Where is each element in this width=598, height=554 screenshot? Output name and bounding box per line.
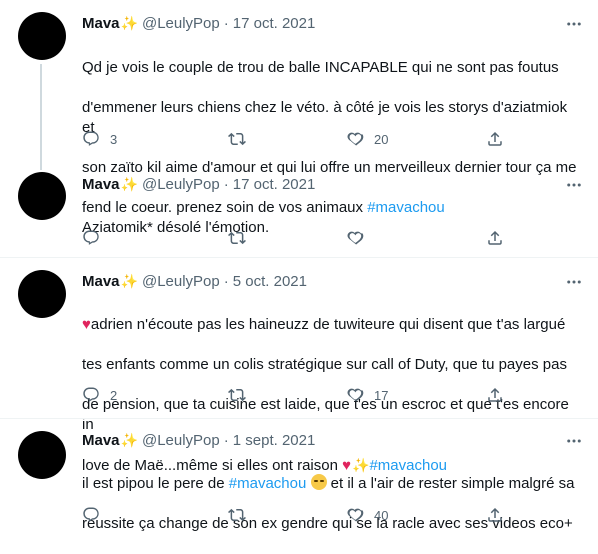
tweet-3[interactable]: Mava✨ @LeulyPop · 5 oct. 2021 ♥adrien n'éco… (0, 258, 598, 474)
share-button[interactable] (486, 506, 504, 524)
relieved-face-icon (310, 474, 327, 490)
separator: · (223, 273, 229, 290)
avatar[interactable] (18, 172, 66, 220)
retweet-button[interactable] (228, 386, 256, 404)
tweet-text-line: il est pipou le pere de #mavachou et il … (82, 474, 582, 494)
reply-icon (83, 387, 99, 402)
like-count: 17 (374, 387, 389, 403)
retweet-button[interactable] (228, 130, 256, 148)
hashtag-link[interactable]: #mavachou (229, 475, 307, 492)
reply-count: 2 (110, 387, 118, 403)
separator: · (223, 176, 229, 193)
more-icon[interactable] (564, 272, 584, 292)
sparkle-icon: ✨ (120, 176, 138, 192)
retweet-button[interactable] (228, 506, 256, 524)
author-handle[interactable]: @LeulyPop (142, 273, 220, 290)
thread-line (40, 64, 42, 170)
share-button[interactable] (486, 130, 504, 148)
share-icon (488, 230, 502, 245)
sparkle-icon: ✨ (120, 432, 138, 448)
reply-button[interactable] (82, 506, 110, 524)
tweet-1[interactable]: Mava✨ @LeulyPop · 17 oct. 2021 Qd je vois l… (0, 0, 598, 216)
tweet-date[interactable]: 1 sept. 2021 (233, 432, 316, 449)
sparkle-icon: ✨ (120, 273, 138, 289)
like-button[interactable] (346, 229, 374, 247)
like-count: 20 (374, 131, 389, 147)
reply-icon (83, 230, 99, 245)
avatar[interactable] (18, 431, 66, 479)
like-count: 40 (374, 507, 389, 523)
reply-icon (83, 131, 99, 146)
reply-icon (83, 507, 99, 522)
retweet-button[interactable] (228, 229, 256, 247)
tweet-header: Mava✨ @LeulyPop · 17 oct. 2021 (82, 174, 315, 195)
share-button[interactable] (486, 229, 504, 247)
like-button[interactable]: 40 (346, 506, 388, 524)
retweet-icon (228, 388, 246, 402)
retweet-icon (228, 508, 246, 522)
retweet-icon (228, 231, 246, 245)
action-bar: 3 20 (82, 130, 582, 150)
share-icon (488, 131, 502, 146)
sparkle-icon: ✨ (120, 15, 138, 31)
reply-button[interactable]: 3 (82, 130, 117, 148)
share-icon (488, 507, 502, 522)
tweet-header: Mava✨ @LeulyPop · 1 sept. 2021 (82, 430, 315, 451)
author-handle[interactable]: @LeulyPop (142, 176, 220, 193)
author-name[interactable]: Mava (82, 15, 120, 32)
author-name[interactable]: Mava (82, 273, 120, 290)
author-handle[interactable]: @LeulyPop (142, 15, 220, 32)
reply-count: 3 (110, 131, 118, 147)
author-name[interactable]: Mava (82, 176, 120, 193)
tweet-text: Aziatomik* désolé l'émotion. (82, 198, 582, 258)
tweet-text: il est pipou le pere de #mavachou et il … (82, 454, 582, 554)
tweet-text-fragment: et il a l'air de rester simple malgré sa (326, 475, 575, 492)
tweet-2[interactable]: Mava✨ @LeulyPop · 17 oct. 2021 Aziatomik* d… (0, 161, 598, 257)
more-icon[interactable] (564, 175, 584, 195)
action-bar: 2 17 (82, 386, 582, 406)
tweet-text-line: Qd je vois le couple de trou de balle IN… (82, 59, 559, 76)
action-bar (82, 229, 582, 249)
action-bar: 40 (82, 506, 582, 526)
retweet-icon (228, 132, 246, 146)
like-icon (347, 508, 364, 522)
avatar[interactable] (18, 270, 66, 318)
more-icon[interactable] (564, 431, 584, 451)
tweet-text-fragment: adrien n'écoute pas les haineuzz de tuwi… (90, 316, 566, 333)
tweet-date[interactable]: 5 oct. 2021 (233, 273, 307, 290)
tweet-date[interactable]: 17 oct. 2021 (233, 176, 316, 193)
tweet-text-line: tes enfants comme un colis stratégique s… (82, 356, 567, 373)
share-icon (488, 387, 502, 402)
more-icon[interactable] (564, 14, 584, 34)
tweet-date[interactable]: 17 oct. 2021 (233, 15, 316, 32)
tweet-text-line: ♥adrien n'écoute pas les haineuzz de tuw… (82, 315, 582, 335)
author-handle[interactable]: @LeulyPop (142, 432, 220, 449)
like-button[interactable]: 17 (346, 386, 388, 404)
tweet-4[interactable]: Mava✨ @LeulyPop · 1 sept. 2021 il est pipou… (0, 419, 598, 532)
heart-emoji-icon: ♥ (82, 316, 91, 333)
tweet-header: Mava✨ @LeulyPop · 17 oct. 2021 (82, 13, 315, 34)
tweet-text-fragment: il est pipou le pere de (82, 475, 229, 492)
avatar[interactable] (18, 12, 66, 60)
like-icon (347, 231, 364, 245)
like-icon (347, 388, 364, 402)
reply-button[interactable] (82, 229, 110, 247)
reply-button[interactable]: 2 (82, 386, 117, 404)
share-button[interactable] (486, 386, 504, 404)
author-name[interactable]: Mava (82, 432, 120, 449)
like-button[interactable]: 20 (346, 130, 388, 148)
tweet-header: Mava✨ @LeulyPop · 5 oct. 2021 (82, 271, 307, 292)
separator: · (223, 432, 229, 449)
like-icon (347, 132, 364, 146)
separator: · (223, 15, 229, 32)
